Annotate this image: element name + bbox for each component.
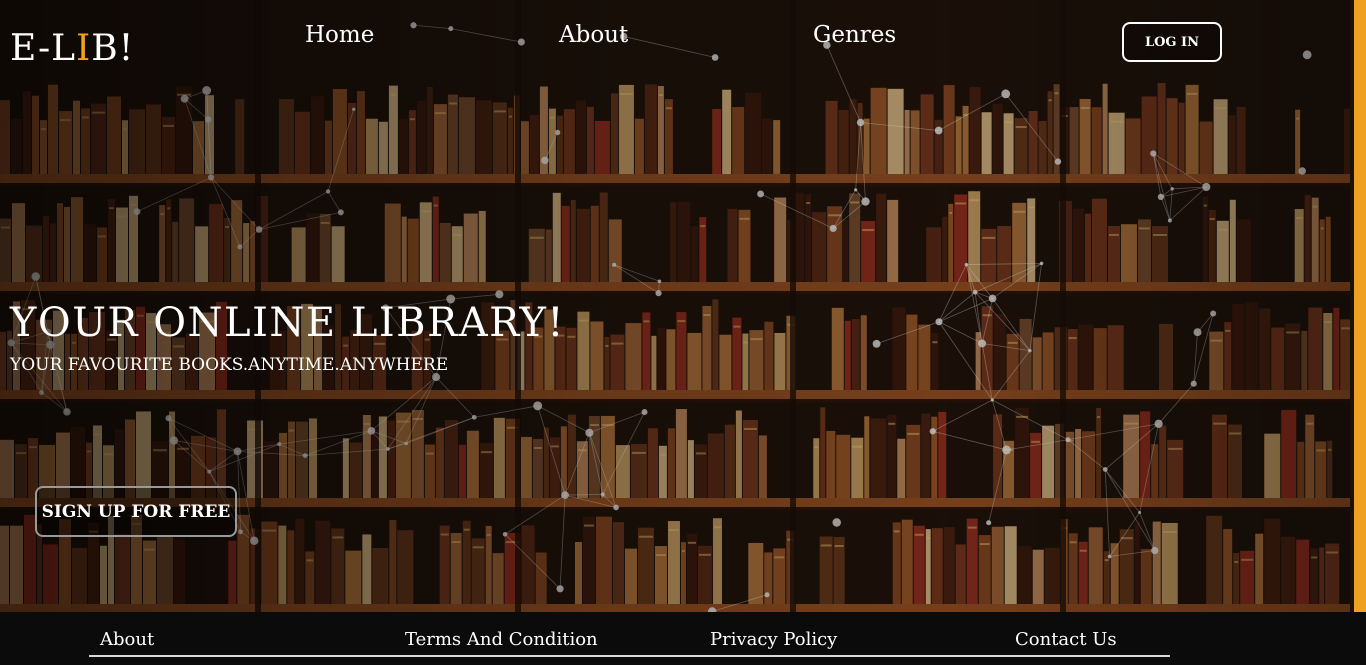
hero-subtitle: YOUR FAVOURITE BOOKS.ANYTIME.ANYWHERE (10, 355, 449, 375)
footer-divider (89, 655, 1170, 657)
site-logo[interactable]: E-LIB! (10, 28, 134, 69)
footer-terms-link[interactable]: Terms And Condition (405, 629, 598, 650)
site-footer: About Terms And Condition Privacy Policy… (0, 612, 1366, 665)
page: E-LIB! Home About Genres LOG IN YOUR ONL… (0, 0, 1366, 665)
hero-title: YOUR ONLINE LIBRARY! (10, 300, 565, 346)
nav-about-link[interactable]: About (559, 22, 628, 48)
signup-button[interactable]: SIGN UP FOR FREE (35, 486, 237, 537)
nav-genres-link[interactable]: Genres (813, 22, 896, 48)
accent-scrollbar[interactable] (1350, 0, 1366, 612)
footer-privacy-link[interactable]: Privacy Policy (710, 629, 837, 650)
footer-contact-link[interactable]: Contact Us (1015, 629, 1117, 650)
nav-home-link[interactable]: Home (305, 22, 374, 48)
logo-suffix: B! (91, 28, 135, 69)
logo-accent-letter: I (76, 28, 92, 69)
footer-about-link[interactable]: About (100, 629, 154, 650)
login-button[interactable]: LOG IN (1122, 22, 1222, 62)
logo-prefix: E-L (10, 28, 77, 69)
